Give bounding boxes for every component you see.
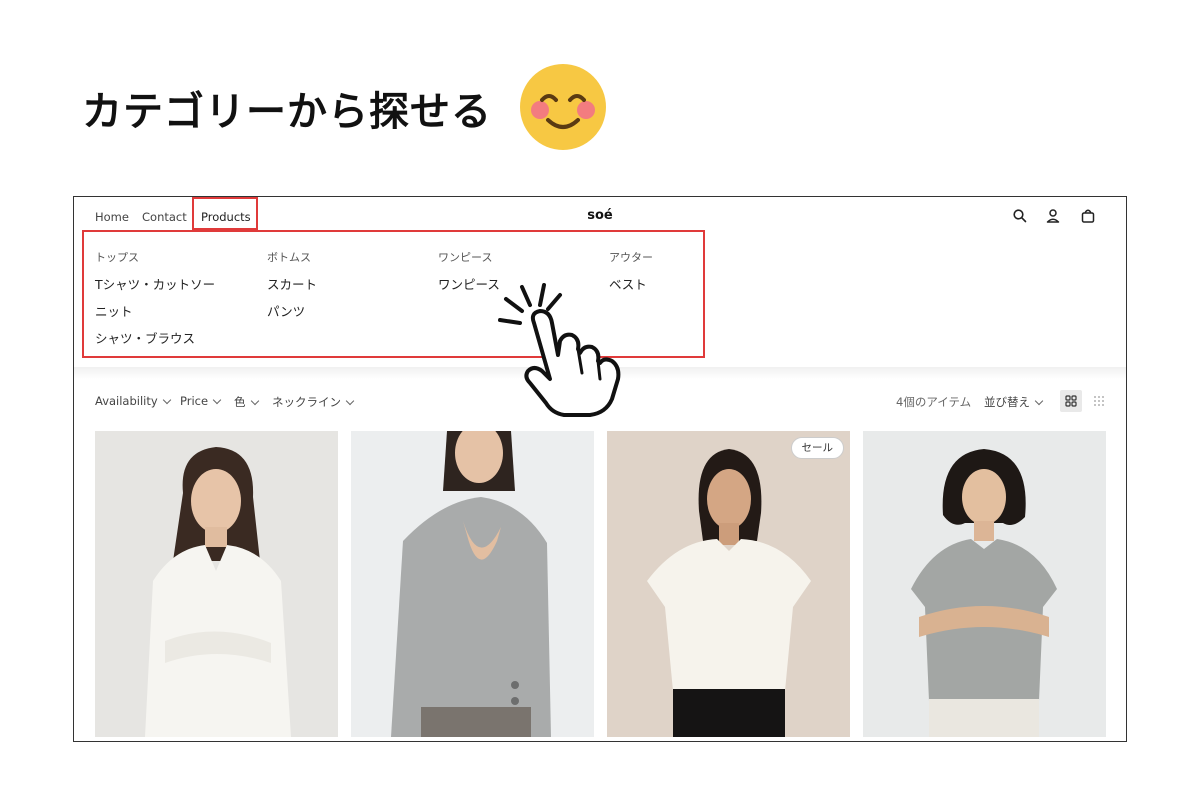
- headline-text: カテゴリーから探せる: [82, 89, 492, 135]
- nav-contact[interactable]: Contact: [142, 210, 187, 224]
- pointing-hand-icon: [498, 283, 621, 417]
- nav-products[interactable]: Products: [201, 210, 251, 224]
- category-item-tshirt[interactable]: Tシャツ・カットソー: [95, 274, 215, 293]
- category-heading-dresses[interactable]: ワンピース: [438, 249, 492, 265]
- filter-color-label: 色: [234, 395, 246, 409]
- product-card[interactable]: [351, 431, 594, 737]
- filter-color[interactable]: 色: [234, 394, 259, 410]
- chevron-down-icon: [212, 395, 222, 405]
- chevron-down-icon: [250, 396, 259, 406]
- category-heading-tops[interactable]: トップス: [95, 249, 139, 265]
- headline: カテゴリーから探せる: [82, 78, 492, 138]
- filter-availability[interactable]: Availability: [95, 394, 171, 408]
- sort-dropdown[interactable]: 並び替え: [984, 394, 1044, 410]
- filter-neckline[interactable]: ネックライン: [272, 394, 355, 410]
- product-card[interactable]: [95, 431, 338, 737]
- store-logo[interactable]: soé: [574, 208, 626, 223]
- category-item-pants[interactable]: パンツ: [267, 301, 305, 320]
- product-card[interactable]: セール: [607, 431, 850, 737]
- category-item-shirt-blouse[interactable]: シャツ・ブラウス: [95, 328, 195, 347]
- account-icon[interactable]: [1045, 208, 1061, 224]
- product-image-gray-cardigan[interactable]: [351, 431, 594, 737]
- category-heading-outerwear[interactable]: アウター: [609, 249, 653, 265]
- search-icon[interactable]: [1012, 208, 1028, 224]
- product-image-gray-knit[interactable]: [863, 431, 1106, 737]
- product-image-white-tshirt[interactable]: [607, 431, 850, 737]
- category-item-knit[interactable]: ニット: [95, 301, 133, 320]
- product-card[interactable]: [863, 431, 1106, 737]
- nav-products-highlight[interactable]: Products: [192, 197, 258, 230]
- product-image-white-shirt[interactable]: [95, 431, 338, 737]
- cart-icon[interactable]: [1080, 208, 1096, 224]
- nav-home[interactable]: Home: [95, 210, 129, 224]
- filter-price[interactable]: Price: [180, 394, 222, 408]
- smiling-face-emoji-icon: [520, 64, 606, 150]
- sort-label: 並び替え: [984, 395, 1030, 409]
- filter-availability-label: Availability: [95, 394, 158, 408]
- filter-price-label: Price: [180, 394, 209, 408]
- chevron-down-icon: [162, 395, 171, 405]
- category-heading-bottoms[interactable]: ボトムス: [267, 249, 311, 265]
- category-item-skirt[interactable]: スカート: [267, 274, 317, 293]
- chevron-down-icon: [1034, 396, 1044, 406]
- item-count: 4個のアイテム: [896, 395, 972, 409]
- compact-grid-view-icon[interactable]: [1088, 390, 1110, 412]
- chevron-down-icon: [345, 396, 355, 406]
- grid-view-icon[interactable]: [1060, 390, 1082, 412]
- sale-badge: セール: [790, 437, 844, 459]
- store-screenshot: Home Contact Products soé トップス Tシャツ・カットソ…: [73, 196, 1127, 742]
- category-item-dress[interactable]: ワンピース: [438, 274, 500, 293]
- filter-neckline-label: ネックライン: [272, 395, 341, 409]
